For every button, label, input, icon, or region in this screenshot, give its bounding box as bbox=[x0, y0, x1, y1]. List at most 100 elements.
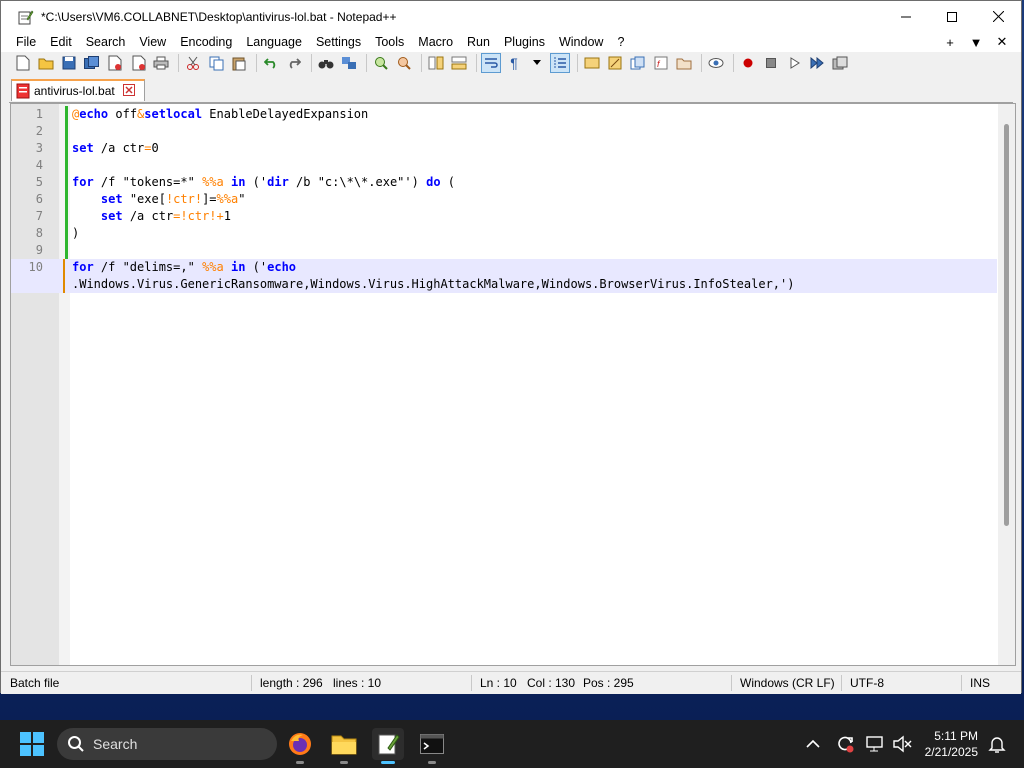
document-list-button[interactable] bbox=[628, 53, 648, 73]
code-line: 6 set "exe[!ctr!]=%%a" bbox=[11, 191, 997, 208]
notepadpp-app-icon[interactable] bbox=[17, 8, 35, 26]
word-wrap-button[interactable] bbox=[481, 53, 501, 73]
menu-plugins[interactable]: Plugins bbox=[497, 32, 552, 52]
code-editor[interactable]: 1 @echo off&setlocal EnableDelayedExpansi… bbox=[10, 103, 1016, 666]
sync-vertical-icon bbox=[428, 56, 444, 70]
stop-macro-button[interactable] bbox=[761, 53, 781, 73]
search-placeholder: Search bbox=[93, 736, 138, 752]
close-all-button[interactable] bbox=[128, 53, 148, 73]
line-number: 8 bbox=[35, 226, 43, 240]
close-document-button[interactable]: ✕ bbox=[989, 34, 1015, 50]
tray-network-icon[interactable] bbox=[866, 734, 886, 754]
maximize-button[interactable] bbox=[929, 1, 975, 32]
sync-vertical-button[interactable] bbox=[426, 53, 446, 73]
doc-map-button[interactable] bbox=[605, 53, 625, 73]
menu-search[interactable]: Search bbox=[79, 32, 133, 52]
sync-horizontal-button[interactable] bbox=[449, 53, 469, 73]
menu-run[interactable]: Run bbox=[460, 32, 497, 52]
new-tab-button[interactable]: + bbox=[937, 35, 963, 50]
scrollbar-thumb[interactable] bbox=[1004, 124, 1009, 526]
monitoring-button[interactable] bbox=[706, 53, 726, 73]
tab-antivirus-lol[interactable]: antivirus-lol.bat bbox=[11, 79, 145, 101]
minimize-button[interactable] bbox=[883, 1, 929, 32]
vertical-scrollbar[interactable] bbox=[998, 104, 1015, 665]
cut-button[interactable] bbox=[183, 53, 203, 73]
redo-icon bbox=[289, 58, 301, 69]
print-button[interactable] bbox=[151, 53, 171, 73]
eye-icon bbox=[708, 58, 724, 68]
printer-icon bbox=[153, 56, 169, 70]
copy-icon bbox=[209, 56, 223, 70]
show-all-characters-button[interactable]: ¶ bbox=[504, 53, 524, 73]
close-button[interactable] bbox=[975, 1, 1021, 32]
open-file-button[interactable] bbox=[36, 53, 56, 73]
status-eol[interactable]: Windows (CR LF) bbox=[740, 676, 835, 690]
run-macro-multiple-button[interactable] bbox=[807, 53, 827, 73]
status-lines: lines : 10 bbox=[333, 676, 382, 690]
taskbar-terminal[interactable] bbox=[416, 728, 448, 764]
zoom-in-button[interactable] bbox=[371, 53, 391, 73]
indent-guide-button[interactable] bbox=[550, 53, 570, 73]
taskbar-firefox[interactable] bbox=[284, 728, 316, 764]
undo-icon bbox=[264, 58, 276, 69]
tab-list-button[interactable]: ▼ bbox=[963, 35, 989, 50]
start-button[interactable] bbox=[20, 732, 44, 756]
minimize-icon bbox=[901, 16, 911, 17]
menu-language[interactable]: Language bbox=[239, 32, 309, 52]
fast-forward-icon bbox=[810, 57, 824, 69]
taskbar-search-box[interactable]: Search bbox=[57, 728, 277, 760]
indent-guide-icon bbox=[554, 57, 566, 69]
show-hidden-icons-button[interactable] bbox=[803, 734, 823, 754]
refresh-alert-icon bbox=[838, 736, 854, 753]
tab-close-button[interactable] bbox=[122, 83, 135, 99]
close-file-button[interactable] bbox=[105, 53, 125, 73]
menu-edit[interactable]: Edit bbox=[43, 32, 79, 52]
save-macro-button[interactable] bbox=[830, 53, 850, 73]
zoom-out-icon bbox=[398, 57, 411, 70]
record-macro-button[interactable] bbox=[738, 53, 758, 73]
menu-encoding[interactable]: Encoding bbox=[173, 32, 239, 52]
redo-button[interactable] bbox=[284, 53, 304, 73]
function-list-button[interactable]: f bbox=[651, 53, 671, 73]
folder-icon bbox=[331, 735, 357, 755]
close-icon bbox=[122, 83, 135, 96]
status-encoding[interactable]: UTF-8 bbox=[850, 676, 884, 690]
status-insert-mode[interactable]: INS bbox=[970, 676, 990, 690]
sync-horizontal-icon bbox=[451, 56, 467, 70]
status-position: Pos : 295 bbox=[583, 676, 634, 690]
undo-button[interactable] bbox=[261, 53, 281, 73]
new-file-button[interactable] bbox=[13, 53, 33, 73]
menu-window[interactable]: Window bbox=[552, 32, 610, 52]
code-line: 3 set /a ctr=0 bbox=[11, 140, 997, 157]
status-bar: Batch file length : 296 lines : 10 Ln : … bbox=[1, 671, 1021, 694]
notifications-button[interactable] bbox=[987, 734, 1007, 754]
save-button[interactable] bbox=[59, 53, 79, 73]
menu-file[interactable]: File bbox=[1, 32, 43, 52]
taskbar-notepadpp[interactable] bbox=[372, 728, 404, 764]
paste-button[interactable] bbox=[229, 53, 249, 73]
menu-view[interactable]: View bbox=[132, 32, 173, 52]
tray-volume-icon[interactable] bbox=[892, 734, 912, 754]
play-macro-button[interactable] bbox=[784, 53, 804, 73]
binoculars-icon bbox=[318, 60, 334, 69]
folder-workspace-button[interactable] bbox=[674, 53, 694, 73]
bell-icon bbox=[988, 737, 1006, 753]
maximize-icon bbox=[947, 11, 957, 22]
zoom-out-button[interactable] bbox=[394, 53, 414, 73]
replace-button[interactable] bbox=[339, 53, 359, 73]
tray-update-icon[interactable] bbox=[835, 734, 855, 754]
taskbar-file-explorer[interactable] bbox=[328, 728, 360, 764]
menu-settings[interactable]: Settings bbox=[309, 32, 368, 52]
menu-help[interactable]: ? bbox=[610, 32, 631, 52]
copy-button[interactable] bbox=[206, 53, 226, 73]
show-symbol-dropdown[interactable] bbox=[527, 53, 547, 73]
menu-macro[interactable]: Macro bbox=[411, 32, 460, 52]
line-number: 10 bbox=[28, 260, 43, 274]
define-language-button[interactable] bbox=[582, 53, 602, 73]
line-number: 6 bbox=[35, 192, 43, 206]
taskbar-clock[interactable]: 5:11 PM 2/21/2025 bbox=[925, 728, 978, 760]
windows-logo-icon bbox=[20, 732, 44, 756]
find-button[interactable] bbox=[316, 53, 336, 73]
menu-tools[interactable]: Tools bbox=[368, 32, 411, 52]
save-all-button[interactable] bbox=[82, 53, 102, 73]
